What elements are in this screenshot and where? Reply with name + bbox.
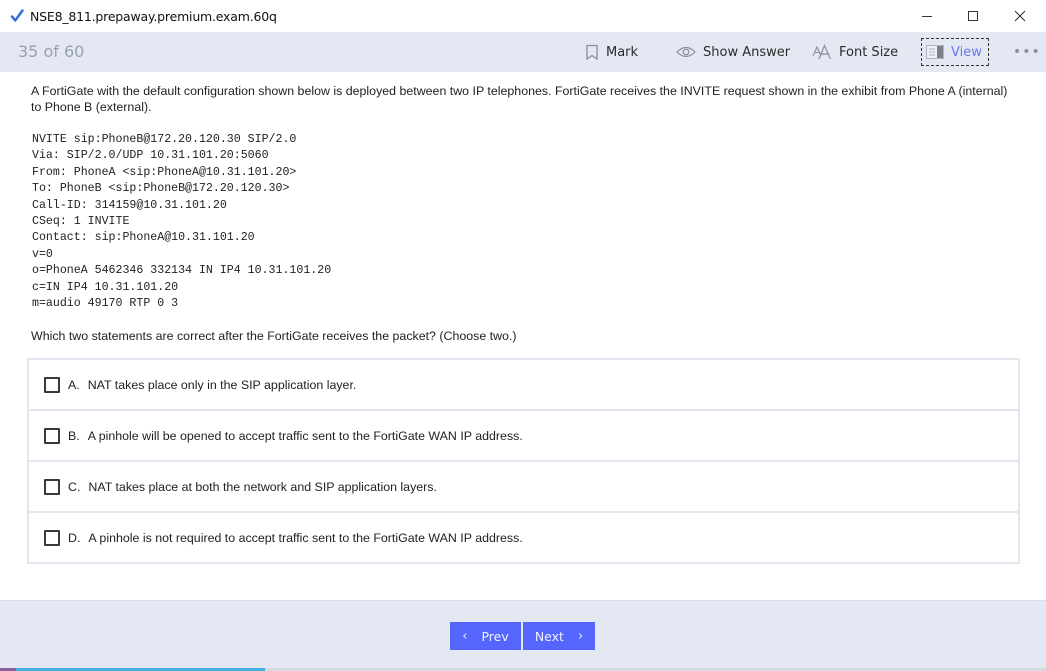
option-a-checkbox[interactable]	[44, 376, 60, 393]
close-button[interactable]	[997, 0, 1043, 32]
checkmark-app-icon	[10, 9, 24, 23]
exhibit-line: c=IN IP4 10.31.101.20	[32, 280, 179, 294]
option-letter: C.	[68, 479, 81, 494]
view-button[interactable]: View	[921, 38, 989, 66]
more-options-button[interactable]: •••	[1013, 32, 1041, 72]
font-size-label: Font Size	[839, 44, 899, 60]
exhibit-line: NVITE sip:PhoneB@172.20.120.30 SIP/2.0	[32, 133, 297, 146]
question-panel: A FortiGate with the default configurati…	[0, 72, 1046, 600]
chevron-left-icon: ‹	[462, 628, 468, 644]
title-bar: NSE8_811.prepaway.premium.exam.60q	[0, 0, 1046, 32]
show-answer-button[interactable]: Show Answer	[676, 32, 790, 72]
option-letter: D.	[68, 530, 81, 545]
mark-label: Mark	[606, 44, 639, 60]
maximize-icon	[968, 11, 978, 21]
question-counter: 35 of 60	[18, 42, 85, 61]
toolbar: 35 of 60 Mark Show Answer Font Size View…	[0, 32, 1046, 72]
view-layout-icon	[926, 45, 944, 59]
maximize-button[interactable]	[950, 0, 996, 32]
font-size-button[interactable]: Font Size	[812, 32, 898, 72]
exhibit-line: CSeq: 1 INVITE	[32, 215, 130, 229]
answer-options: A. NAT takes place only in the SIP appli…	[27, 358, 1020, 564]
mark-button[interactable]: Mark	[585, 32, 638, 72]
font-size-icon	[812, 44, 832, 60]
option-d[interactable]: D. A pinhole is not required to accept t…	[29, 511, 1018, 562]
close-icon	[1014, 10, 1026, 22]
option-text: A pinhole is not required to accept traf…	[88, 530, 523, 545]
exhibit-line: Call-ID: 314159@10.31.101.20	[32, 198, 227, 212]
option-b[interactable]: B. A pinhole will be opened to accept tr…	[29, 409, 1018, 460]
question-text: A FortiGate with the default configurati…	[31, 84, 1008, 114]
sip-exhibit: NVITE sip:PhoneB@172.20.120.30 SIP/2.0 Vi…	[32, 132, 331, 312]
exhibit-line: o=PhoneA 5462346 332134 IN IP4 10.31.101…	[32, 264, 332, 278]
option-d-checkbox[interactable]	[44, 529, 60, 546]
exhibit-line: v=0	[32, 247, 53, 261]
footer-nav: ‹ Prev Next ›	[0, 600, 1046, 671]
option-c-checkbox[interactable]	[44, 478, 60, 495]
option-c[interactable]: C. NAT takes place at both the network a…	[29, 460, 1018, 511]
prev-label: Prev	[481, 628, 509, 644]
option-text: NAT takes place only in the SIP applicat…	[87, 377, 357, 392]
minimize-icon	[922, 16, 932, 17]
next-label: Next	[534, 628, 564, 644]
next-button[interactable]: Next ›	[523, 622, 595, 650]
chevron-right-icon: ›	[577, 628, 584, 644]
option-text: NAT takes place at both the network and …	[88, 479, 437, 494]
prev-button[interactable]: ‹ Prev	[450, 622, 521, 650]
bookmark-icon	[585, 44, 599, 60]
exhibit-line: To: PhoneB <sip:PhoneB@172.20.120.30>	[32, 182, 290, 196]
window-title: NSE8_811.prepaway.premium.exam.60q	[30, 8, 277, 24]
question-prompt: Which two statements are correct after t…	[31, 329, 517, 343]
minimize-button[interactable]	[904, 0, 950, 32]
option-letter: B.	[68, 428, 80, 443]
exhibit-line: m=audio 49170 RTP 0 3	[32, 297, 179, 311]
more-icon: •••	[1013, 44, 1041, 60]
option-letter: A.	[68, 377, 80, 392]
eye-icon	[676, 46, 696, 58]
option-b-checkbox[interactable]	[44, 427, 60, 444]
exhibit-line: Contact: sip:PhoneA@10.31.101.20	[32, 231, 255, 245]
show-answer-label: Show Answer	[703, 44, 791, 60]
exhibit-line: Via: SIP/2.0/UDP 10.31.101.20:5060	[32, 149, 269, 163]
option-text: A pinhole will be opened to accept traff…	[87, 428, 523, 443]
view-label: View	[951, 44, 982, 60]
exhibit-line: From: PhoneA <sip:PhoneA@10.31.101.20>	[32, 165, 297, 179]
option-a[interactable]: A. NAT takes place only in the SIP appli…	[29, 360, 1018, 409]
